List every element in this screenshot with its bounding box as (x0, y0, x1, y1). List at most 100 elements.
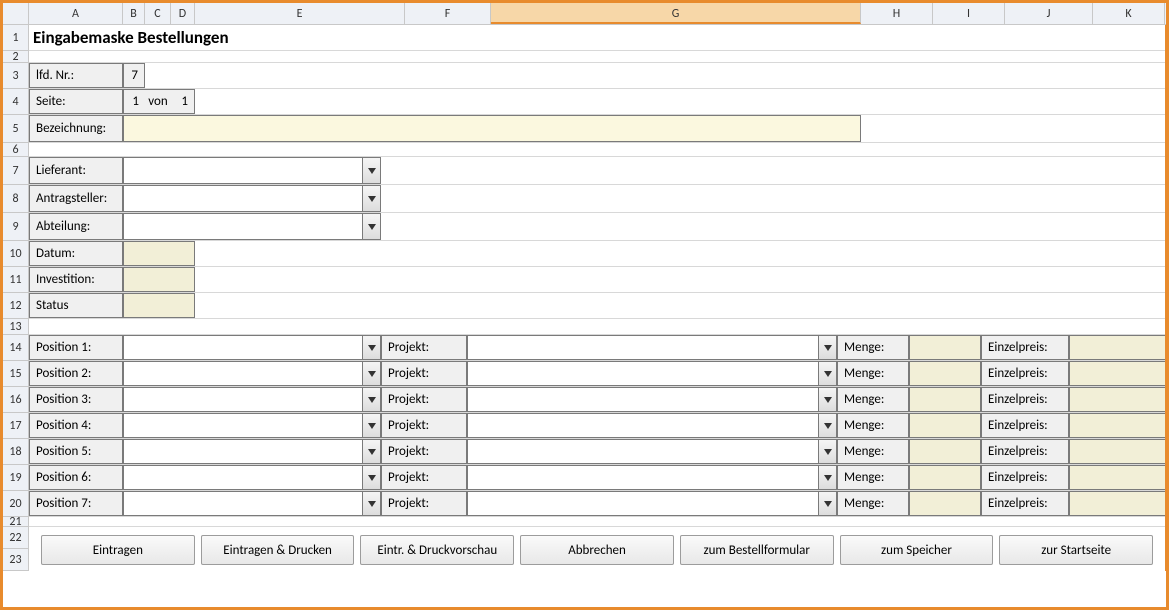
supplier-dropdown[interactable] (123, 157, 381, 184)
qty-input[interactable] (909, 387, 981, 412)
row-headers: 1234567891011121314151617181920212223 (3, 25, 29, 571)
row-header-2[interactable]: 2 (3, 51, 28, 63)
submit-preview-button[interactable]: Eintr. & Druckvorschau (360, 535, 514, 565)
row-header-10[interactable]: 10 (3, 241, 28, 267)
price-input[interactable] (1069, 439, 1165, 464)
to-orderform-button[interactable]: zum Bestellformular (680, 535, 834, 565)
price-input[interactable] (1069, 413, 1165, 438)
select-all-cell[interactable] (3, 3, 29, 24)
row-header-14[interactable]: 14 (3, 335, 28, 361)
button-bar: Eintragen Eintragen & Drucken Eintr. & D… (29, 527, 1165, 571)
qty-label: Menge: (837, 465, 909, 490)
col-header-j[interactable]: J (1005, 3, 1093, 24)
department-dropdown[interactable] (123, 213, 381, 240)
investment-input[interactable] (123, 267, 195, 292)
col-header-k[interactable]: K (1093, 3, 1165, 24)
row-header-13[interactable]: 13 (3, 319, 28, 335)
col-header-c[interactable]: C (145, 3, 171, 24)
col-header-e[interactable]: E (195, 3, 405, 24)
row-header-22[interactable]: 22 (3, 527, 28, 549)
to-startpage-button[interactable]: zur Startseite (999, 535, 1153, 565)
submit-button[interactable]: Eintragen (41, 535, 195, 565)
chevron-down-icon (362, 158, 380, 183)
position-dropdown[interactable] (123, 335, 381, 360)
project-dropdown[interactable] (467, 413, 837, 438)
description-label: Bezeichnung: (29, 115, 123, 142)
to-storage-button[interactable]: zum Speicher (840, 535, 994, 565)
row-header-18[interactable]: 18 (3, 439, 28, 465)
position-row: Position 2:Projekt:Menge:Einzelpreis: (29, 361, 1165, 387)
price-label: Einzelpreis: (981, 465, 1069, 490)
chevron-down-icon (362, 186, 380, 211)
date-input[interactable] (123, 241, 195, 266)
qty-input[interactable] (909, 361, 981, 386)
row-header-15[interactable]: 15 (3, 361, 28, 387)
col-header-d[interactable]: D (171, 3, 195, 24)
project-dropdown[interactable] (467, 387, 837, 412)
project-label: Projekt: (381, 413, 467, 438)
qty-input[interactable] (909, 413, 981, 438)
price-input[interactable] (1069, 387, 1165, 412)
description-input[interactable] (123, 115, 861, 142)
chevron-down-icon (818, 466, 836, 489)
chevron-down-icon (818, 362, 836, 385)
cancel-button[interactable]: Abbrechen (520, 535, 674, 565)
row-header-21[interactable]: 21 (3, 517, 28, 527)
requester-dropdown[interactable] (123, 185, 381, 212)
worksheet[interactable]: Eingabemaske Bestellungen lfd. Nr.: 7 Se… (29, 25, 1166, 571)
position-dropdown[interactable] (123, 413, 381, 438)
row-header-17[interactable]: 17 (3, 413, 28, 439)
position-dropdown[interactable] (123, 491, 381, 516)
row-header-20[interactable]: 20 (3, 491, 28, 517)
row-header-19[interactable]: 19 (3, 465, 28, 491)
submit-print-button[interactable]: Eintragen & Drucken (201, 535, 355, 565)
row-header-16[interactable]: 16 (3, 387, 28, 413)
position-row: Position 6:Projekt:Menge:Einzelpreis: (29, 465, 1165, 491)
project-dropdown[interactable] (467, 465, 837, 490)
row-header-9[interactable]: 9 (3, 213, 28, 241)
qty-label: Menge: (837, 361, 909, 386)
position-row: Position 4:Projekt:Menge:Einzelpreis: (29, 413, 1165, 439)
row-header-5[interactable]: 5 (3, 115, 28, 143)
qty-input[interactable] (909, 491, 981, 516)
position-dropdown[interactable] (123, 439, 381, 464)
row-header-4[interactable]: 4 (3, 89, 28, 115)
row-header-23[interactable]: 23 (3, 549, 28, 571)
position-row: Position 3:Projekt:Menge:Einzelpreis: (29, 387, 1165, 413)
price-input[interactable] (1069, 491, 1165, 516)
project-dropdown[interactable] (467, 491, 837, 516)
position-dropdown[interactable] (123, 465, 381, 490)
lfd-nr-label: lfd. Nr.: (29, 63, 123, 88)
qty-label: Menge: (837, 491, 909, 516)
col-header-a[interactable]: A (29, 3, 123, 24)
col-header-h[interactable]: H (861, 3, 933, 24)
row-header-12[interactable]: 12 (3, 293, 28, 319)
position-dropdown[interactable] (123, 361, 381, 386)
col-header-b[interactable]: B (123, 3, 145, 24)
qty-input[interactable] (909, 439, 981, 464)
row-header-1[interactable]: 1 (3, 25, 28, 51)
col-header-i[interactable]: I (933, 3, 1005, 24)
qty-input[interactable] (909, 465, 981, 490)
position-label: Position 2: (29, 361, 123, 386)
project-dropdown[interactable] (467, 439, 837, 464)
price-label: Einzelpreis: (981, 439, 1069, 464)
requester-label: Antragsteller: (29, 185, 123, 212)
qty-input[interactable] (909, 335, 981, 360)
status-input[interactable] (123, 293, 195, 318)
col-header-g[interactable]: G (491, 3, 861, 24)
price-input[interactable] (1069, 361, 1165, 386)
project-dropdown[interactable] (467, 361, 837, 386)
row-header-3[interactable]: 3 (3, 63, 28, 89)
row-header-8[interactable]: 8 (3, 185, 28, 213)
position-label: Position 7: (29, 491, 123, 516)
price-input[interactable] (1069, 465, 1165, 490)
row-header-6[interactable]: 6 (3, 143, 28, 157)
position-dropdown[interactable] (123, 387, 381, 412)
price-input[interactable] (1069, 335, 1165, 360)
chevron-down-icon (818, 492, 836, 515)
project-dropdown[interactable] (467, 335, 837, 360)
col-header-f[interactable]: F (405, 3, 491, 24)
row-header-7[interactable]: 7 (3, 157, 28, 185)
row-header-11[interactable]: 11 (3, 267, 28, 293)
